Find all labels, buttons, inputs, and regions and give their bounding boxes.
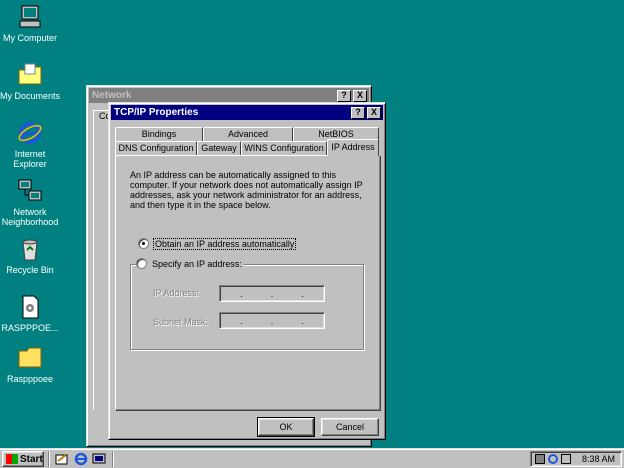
clock[interactable]: 8:38 AM bbox=[582, 454, 615, 464]
radio-obtain-auto[interactable]: Obtain an IP address automatically bbox=[138, 237, 297, 250]
ip-dot: . bbox=[240, 315, 243, 326]
tab-gateway[interactable]: Gateway bbox=[197, 141, 241, 156]
tray-ie-icon[interactable] bbox=[548, 454, 558, 464]
help-button[interactable]: ? bbox=[351, 106, 365, 119]
show-desktop-icon[interactable] bbox=[55, 452, 69, 466]
radio-label: Obtain an IP address automatically bbox=[152, 237, 297, 250]
network-icon bbox=[17, 178, 43, 204]
taskbar-separator bbox=[112, 451, 114, 467]
tray-monitor-icon[interactable] bbox=[561, 454, 571, 464]
tcpip-dialog[interactable]: TCP/IP Properties ? X Bindings Advanced … bbox=[108, 102, 386, 440]
taskbar-separator bbox=[48, 451, 50, 467]
desktop-icon-my-documents[interactable]: My Documents bbox=[0, 62, 62, 101]
desktop-icon-label: Network Neighborhood bbox=[1, 207, 59, 227]
start-label: Start bbox=[20, 453, 43, 465]
tab-ip-address[interactable]: IP Address bbox=[327, 139, 379, 156]
desktop-icon-recycle-bin[interactable]: Recycle Bin bbox=[0, 236, 62, 275]
start-button[interactable]: Start bbox=[2, 451, 44, 467]
ip-address-field: . . . bbox=[219, 285, 325, 302]
tray-network-icon[interactable] bbox=[535, 454, 545, 464]
close-button[interactable]: X bbox=[353, 89, 367, 102]
ip-address-panel: An IP address can be automatically assig… bbox=[115, 155, 381, 411]
windows-logo-icon bbox=[6, 454, 18, 464]
cancel-button[interactable]: Cancel bbox=[321, 418, 379, 436]
radio-specify-ip[interactable]: Specify an IP address: bbox=[136, 258, 244, 269]
ok-button[interactable]: OK bbox=[257, 417, 315, 437]
desktop-icon-label: Internet Explorer bbox=[13, 149, 47, 169]
ip-dot: . bbox=[301, 288, 304, 299]
ip-dot: . bbox=[301, 315, 304, 326]
ip-dot: . bbox=[240, 288, 243, 299]
close-button[interactable]: X bbox=[367, 106, 381, 119]
internet-explorer-icon[interactable] bbox=[74, 452, 88, 466]
ip-description: An IP address can be automatically assig… bbox=[130, 170, 363, 210]
help-button[interactable]: ? bbox=[337, 89, 351, 102]
ip-dot: . bbox=[270, 315, 274, 326]
radio-dot[interactable] bbox=[136, 258, 147, 269]
tcpip-titlebar[interactable]: TCP/IP Properties ? X bbox=[111, 105, 383, 120]
desktop-icon-raspppoee-folder[interactable]: Raspppoee bbox=[0, 345, 62, 384]
desktop-icon-label: My Documents bbox=[0, 91, 61, 101]
folder-icon bbox=[17, 62, 43, 88]
subnet-mask-field: . . . bbox=[219, 312, 325, 329]
my-computer-icon bbox=[17, 4, 43, 30]
ip-dot: . bbox=[270, 288, 274, 299]
tab-advanced[interactable]: Advanced bbox=[203, 127, 293, 142]
specify-ip-groupbox bbox=[130, 264, 364, 350]
ip-address-label: IP Address: bbox=[153, 288, 199, 298]
recycle-bin-icon bbox=[17, 236, 43, 262]
internet-explorer-icon bbox=[17, 120, 43, 146]
desktop-icon-label: RASPPPOE... bbox=[1, 323, 59, 333]
network-titlebar[interactable]: Network ? X bbox=[89, 88, 369, 103]
radio-dot[interactable] bbox=[138, 238, 149, 249]
desktop-icon-rasppoe-file[interactable]: RASPPPOE... bbox=[0, 294, 62, 333]
desktop-icon-label: Recycle Bin bbox=[6, 265, 54, 275]
window-title: TCP/IP Properties bbox=[114, 107, 199, 118]
desktop-icon-network[interactable]: Network Neighborhood bbox=[0, 178, 62, 227]
window-title: Network bbox=[92, 90, 132, 101]
desktop-icon-label: Raspppoee bbox=[6, 374, 54, 384]
tab-dns-configuration[interactable]: DNS Configuration bbox=[115, 141, 197, 156]
subnet-mask-label: Subnet Mask: bbox=[153, 317, 209, 327]
channels-icon[interactable] bbox=[92, 452, 106, 466]
taskbar: Start 8:38 AM bbox=[0, 448, 624, 468]
radio-label: Specify an IP address: bbox=[152, 258, 242, 269]
tab-bindings[interactable]: Bindings bbox=[115, 127, 203, 142]
file-icon bbox=[17, 294, 43, 320]
desktop-icon-internet-explorer[interactable]: Internet Explorer bbox=[0, 120, 62, 169]
folder-icon bbox=[17, 345, 43, 371]
tab-wins-configuration[interactable]: WINS Configuration bbox=[241, 141, 327, 156]
desktop-icon-my-computer[interactable]: My Computer bbox=[0, 4, 62, 43]
desktop-icon-label: My Computer bbox=[2, 33, 57, 43]
system-tray: 8:38 AM bbox=[530, 451, 622, 467]
